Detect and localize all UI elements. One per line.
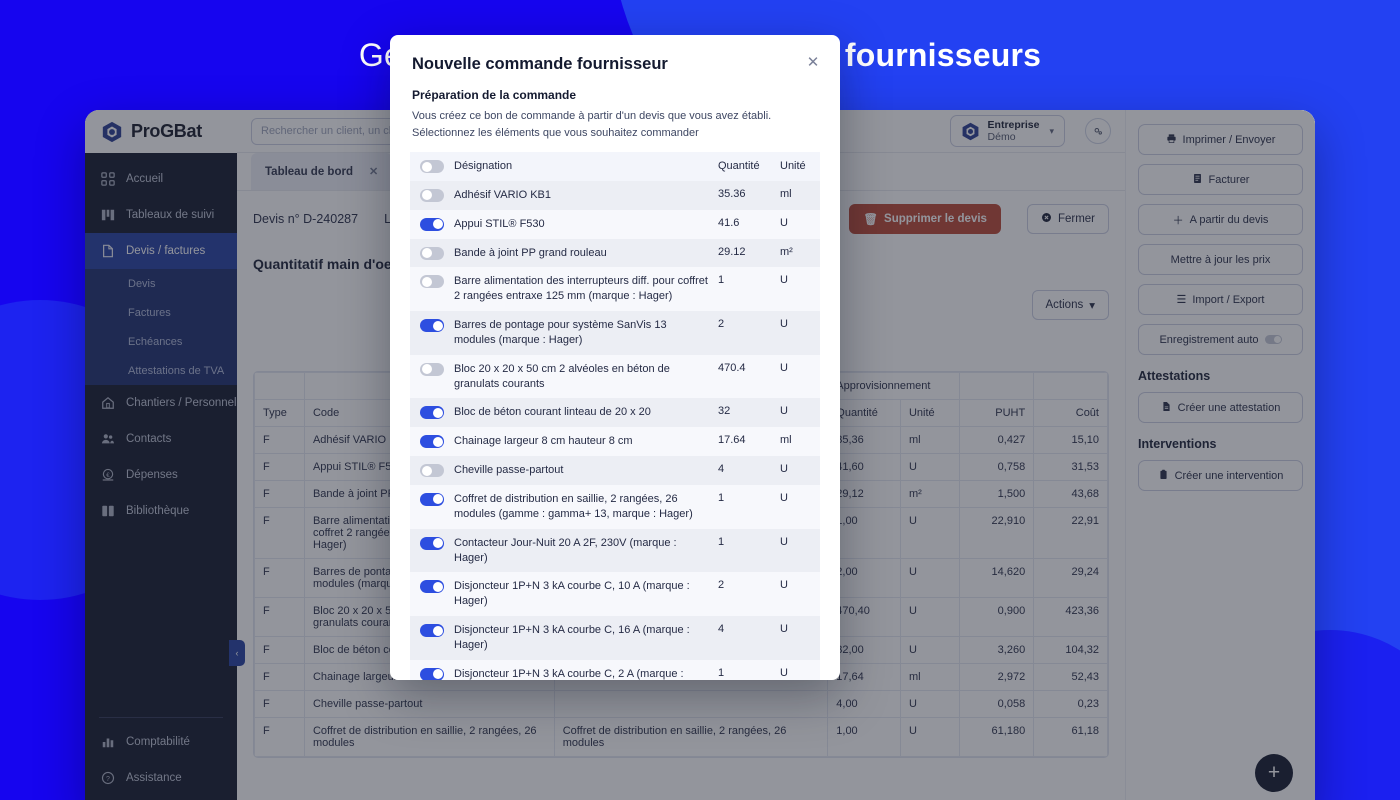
row-designation: Barre alimentation des interrupteurs dif…	[454, 275, 708, 303]
modal-title: Nouvelle commande fournisseur	[412, 55, 668, 73]
row-unite: U	[780, 361, 788, 374]
modal-table-row[interactable]: Bande à joint PP grand rouleau 29.12 m²	[410, 238, 820, 268]
row-select-toggle[interactable]	[420, 464, 444, 478]
header-quantite: Quantité	[718, 160, 760, 173]
modal-header: Nouvelle commande fournisseur ✕	[390, 35, 840, 74]
row-select-toggle[interactable]	[420, 624, 444, 638]
row-designation: Disjoncteur 1P+N 3 kA courbe C, 16 A (ma…	[454, 624, 690, 651]
row-unite: U	[780, 463, 788, 476]
row-quantite: 1	[718, 535, 725, 548]
modal-table-row[interactable]: Barre alimentation des interrupteurs dif…	[410, 267, 820, 312]
modal-table-row[interactable]: Bloc 20 x 20 x 50 cm 2 alvéoles en béton…	[410, 354, 820, 399]
row-designation: Cheville passe-partout	[454, 464, 564, 477]
row-unite: U	[780, 491, 788, 504]
row-unite: U	[780, 405, 788, 418]
row-quantite: 1	[718, 666, 725, 679]
row-unite: U	[780, 623, 788, 636]
modal-description: Vous créez ce bon de commande à partir d…	[412, 110, 772, 139]
modal-items-table: Désignation Quantité Unité Adhésif VARIO…	[410, 152, 820, 680]
row-quantite: 32	[718, 405, 731, 418]
row-quantite: 1	[718, 491, 725, 504]
row-select-toggle[interactable]	[420, 362, 444, 376]
close-icon[interactable]: ✕	[802, 51, 824, 73]
header-designation: Désignation	[454, 160, 513, 172]
modal-subtitle: Préparation de la commande	[412, 88, 577, 102]
row-select-toggle[interactable]	[420, 492, 444, 506]
row-quantite: 2	[718, 318, 725, 331]
modal-table-row[interactable]: Adhésif VARIO KB1 35.36 ml	[410, 180, 820, 210]
row-designation: Bande à joint PP grand rouleau	[454, 246, 607, 259]
row-designation: Bloc de béton courant linteau de 20 x 20	[454, 406, 651, 419]
row-designation: Contacteur Jour-Nuit 20 A 2F, 230V (marq…	[454, 536, 677, 564]
row-select-toggle[interactable]	[420, 536, 444, 550]
header-unite: Unité	[780, 160, 806, 173]
row-designation: Coffret de distribution en saillie, 2 ra…	[454, 492, 693, 520]
row-unite: U	[780, 666, 788, 679]
row-select-toggle[interactable]	[420, 580, 444, 594]
row-unite: ml	[780, 434, 792, 447]
new-supplier-order-modal: Nouvelle commande fournisseur ✕ Préparat…	[390, 35, 840, 680]
modal-table-row[interactable]: Coffret de distribution en saillie, 2 ra…	[410, 484, 820, 529]
modal-table-row[interactable]: Appui STIL® F530 41.6 U	[410, 209, 820, 239]
row-quantite: 41.6	[718, 216, 740, 229]
row-quantite: 35.36	[718, 187, 746, 200]
row-unite: U	[780, 274, 788, 287]
row-designation: Barres de pontage pour système SanVis 13…	[454, 319, 667, 346]
row-designation: Adhésif VARIO KB1	[454, 188, 552, 201]
row-designation: Appui STIL® F530	[454, 217, 545, 230]
row-select-toggle[interactable]	[420, 435, 444, 449]
row-designation: Chainage largeur 8 cm hauteur 8 cm	[454, 435, 633, 448]
row-select-toggle[interactable]	[420, 246, 444, 260]
modal-table-body: Adhésif VARIO KB1 35.36 ml Appui STIL® F530…	[410, 180, 820, 680]
modal-table-row[interactable]: Disjoncteur 1P+N 3 kA courbe C, 10 A (ma…	[410, 572, 820, 617]
modal-table-row[interactable]: Chainage largeur 8 cm hauteur 8 cm 17.64 m…	[410, 427, 820, 457]
row-quantite: 17.64	[718, 434, 746, 447]
row-unite: U	[780, 318, 788, 331]
row-unite: U	[780, 579, 788, 592]
modal-table-row[interactable]: Disjoncteur 1P+N 3 kA courbe C, 2 A (mar…	[410, 659, 820, 680]
row-select-toggle[interactable]	[420, 188, 444, 202]
row-quantite: 470.4	[718, 361, 746, 374]
row-unite: m²	[780, 245, 793, 258]
modal-table-row[interactable]: Cheville passe-partout 4 U	[410, 456, 820, 485]
modal-table-header: Désignation Quantité Unité	[410, 152, 820, 181]
modal-table-row[interactable]: Bloc de béton courant linteau de 20 x 20…	[410, 398, 820, 428]
row-select-toggle[interactable]	[420, 406, 444, 420]
row-unite: U	[780, 535, 788, 548]
row-quantite: 2	[718, 579, 725, 592]
row-designation: Disjoncteur 1P+N 3 kA courbe C, 2 A (mar…	[454, 667, 684, 680]
row-select-toggle[interactable]	[420, 275, 444, 289]
select-all-toggle[interactable]	[420, 160, 444, 174]
row-select-toggle[interactable]	[420, 217, 444, 231]
row-quantite: 4	[718, 623, 725, 636]
modal-table-row[interactable]: Contacteur Jour-Nuit 20 A 2F, 230V (marq…	[410, 528, 820, 573]
row-unite: ml	[780, 187, 792, 200]
row-unite: U	[780, 216, 788, 229]
modal-table-row[interactable]: Disjoncteur 1P+N 3 kA courbe C, 16 A (ma…	[410, 616, 820, 660]
row-quantite: 4	[718, 463, 725, 476]
row-designation: Disjoncteur 1P+N 3 kA courbe C, 10 A (ma…	[454, 580, 690, 608]
row-designation: Bloc 20 x 20 x 50 cm 2 alvéoles en béton…	[454, 362, 670, 390]
row-quantite: 29.12	[718, 245, 746, 258]
row-quantite: 1	[718, 274, 725, 287]
row-select-toggle[interactable]	[420, 667, 444, 680]
row-select-toggle[interactable]	[420, 319, 444, 333]
modal-table-row[interactable]: Barres de pontage pour système SanVis 13…	[410, 311, 820, 355]
